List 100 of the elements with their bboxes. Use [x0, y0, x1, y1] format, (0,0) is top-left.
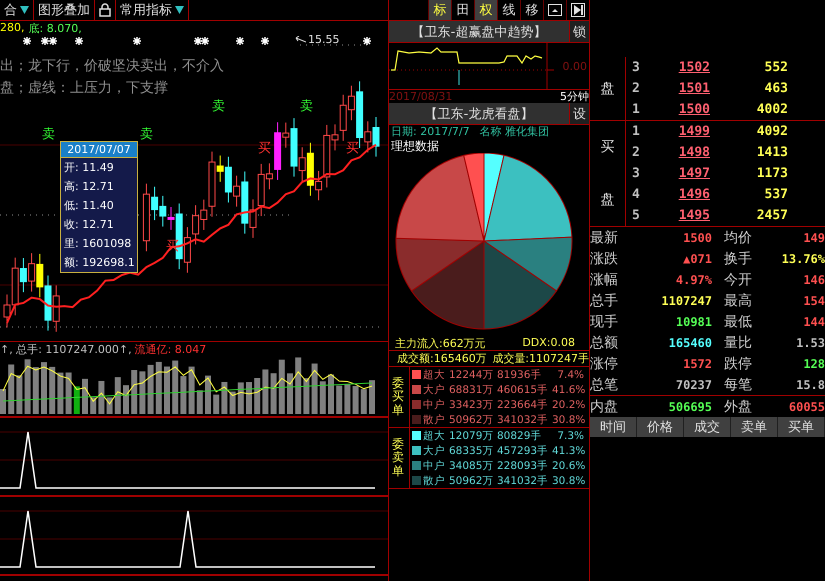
order-amount: 12079万	[449, 428, 494, 442]
ddx-value: DDX:0.08	[522, 336, 575, 350]
volume-bar	[106, 397, 113, 414]
volume-bar	[246, 382, 252, 414]
order-percent: 30.8%	[552, 414, 584, 426]
toolbar-menu[interactable]: 图形叠加	[38, 1, 90, 19]
stat-value: 10981	[674, 314, 712, 328]
lock-icon[interactable]	[99, 3, 111, 17]
order-shares: 223664手	[497, 398, 550, 412]
volume-bar	[139, 371, 146, 414]
sell-signal: 卖	[300, 98, 313, 115]
order-book-label: 盘	[600, 190, 614, 209]
volume-bar	[131, 370, 138, 414]
play-next-icon	[571, 3, 585, 17]
tooltip-date: 2017/07/07	[61, 142, 137, 158]
volume-bar	[123, 385, 129, 414]
toolbar-menu[interactable]: 常用指标	[120, 1, 172, 19]
stat-label: 现手	[590, 312, 619, 330]
volume-bar	[270, 373, 277, 414]
tooltip-row-text: 开: 11.49	[63, 160, 115, 176]
tooltip-row-text: 收: 12.71	[63, 217, 115, 233]
volume-bar	[196, 390, 203, 414]
order-book-label: 盘	[600, 80, 614, 98]
volume-bar	[90, 397, 96, 414]
lock-button[interactable]: 锁	[569, 21, 589, 42]
volume-bar	[188, 366, 195, 414]
order-volume: 1413	[756, 145, 788, 160]
toolbar-menu[interactable]: 合	[4, 1, 17, 19]
settings-button[interactable]: 设	[569, 103, 589, 124]
star-marker-icon	[200, 36, 210, 46]
volume-bar	[164, 366, 170, 414]
order-price: 1501	[678, 81, 710, 96]
stat-label: 最高	[723, 292, 753, 310]
buy-signal: 买	[258, 140, 271, 157]
order-size: 散户	[423, 412, 446, 426]
order-amount: 50962万	[449, 412, 494, 426]
order-percent: 41.6%	[552, 384, 584, 396]
volume-bar	[312, 364, 318, 414]
tooltip-row-text: 额: 192698.1	[63, 255, 136, 271]
toolbar-button[interactable]: 标	[428, 0, 451, 20]
order-shares: 341032手	[497, 412, 550, 426]
panel-title: 【卫东-超赢盘中趋势】	[410, 24, 548, 40]
order-price: 1500	[678, 102, 710, 117]
stat-value: 165460	[668, 336, 712, 350]
stat-value: 1.53	[795, 336, 825, 350]
volume-bar	[74, 386, 80, 414]
order-volume: 4092	[756, 124, 788, 139]
order-price: 1502	[678, 60, 710, 75]
stat-value: 506695	[668, 400, 712, 414]
strategy-note: 出；龙下行，价破坚决卖出，不介入	[0, 57, 224, 75]
stat-value: 144	[802, 314, 825, 328]
volume-bar	[303, 378, 310, 414]
star-marker-icon	[362, 36, 372, 46]
dropdown-arrow-icon[interactable]	[20, 6, 29, 14]
volume-bar	[238, 382, 244, 414]
strategy-note: 盘；虚线：上压力，下支撑	[0, 79, 168, 97]
stock-name-label: 名称 雅化集团	[480, 125, 550, 138]
panel-title: 【卫东-龙虎看盘】	[424, 106, 534, 122]
stat-label: 今开	[723, 270, 753, 288]
star-marker-icon	[48, 36, 58, 46]
stat-label: 每笔	[723, 376, 753, 394]
trend-date: 2017/08/31	[389, 90, 452, 103]
stat-value: 154	[802, 294, 825, 308]
stat-label: 换手	[723, 250, 753, 268]
star-marker-icon	[193, 36, 203, 46]
group-label: 委卖单	[389, 428, 410, 488]
volume-bar	[16, 375, 22, 414]
order-volume: 2457	[756, 208, 788, 223]
stat-label: 最低	[723, 312, 753, 330]
volume-bar	[295, 357, 302, 414]
volume-bar	[98, 380, 104, 414]
buy-signal: 买	[346, 140, 359, 157]
order-volume: 1173	[756, 166, 788, 181]
volume-bar	[352, 386, 359, 414]
toolbar-button[interactable]: 权	[474, 0, 497, 20]
star-marker-icon	[132, 36, 142, 46]
stat-label: 内盘	[590, 398, 619, 416]
order-rank: 3	[631, 60, 641, 75]
turnover-volume: 成交量:1107247手	[492, 351, 589, 366]
volume-bar	[8, 364, 14, 414]
volume-bar	[82, 378, 88, 414]
sell-signal: 卖	[140, 126, 153, 143]
volume-bar	[213, 394, 220, 414]
order-price: 1495	[678, 208, 710, 223]
volume-bar	[360, 389, 367, 414]
dropdown-arrow-icon[interactable]	[175, 6, 184, 14]
order-shares: 460615手	[497, 382, 550, 396]
volume-bar	[262, 369, 268, 414]
stat-value: 149	[802, 230, 825, 244]
order-percent: 7.4%	[556, 368, 584, 380]
volume-bar	[344, 384, 350, 414]
volume-bar	[57, 372, 64, 414]
sell-signal: 卖	[42, 126, 55, 143]
volume-bar	[369, 380, 375, 414]
tooltip-row-text: 低: 11.40	[63, 198, 115, 214]
volume-bar	[336, 386, 342, 414]
group-label: 委买单	[389, 367, 410, 427]
stat-value: 128	[802, 356, 825, 370]
order-shares: 81936手	[497, 368, 542, 382]
main-inflow: 主力流入:662万元	[395, 336, 486, 350]
